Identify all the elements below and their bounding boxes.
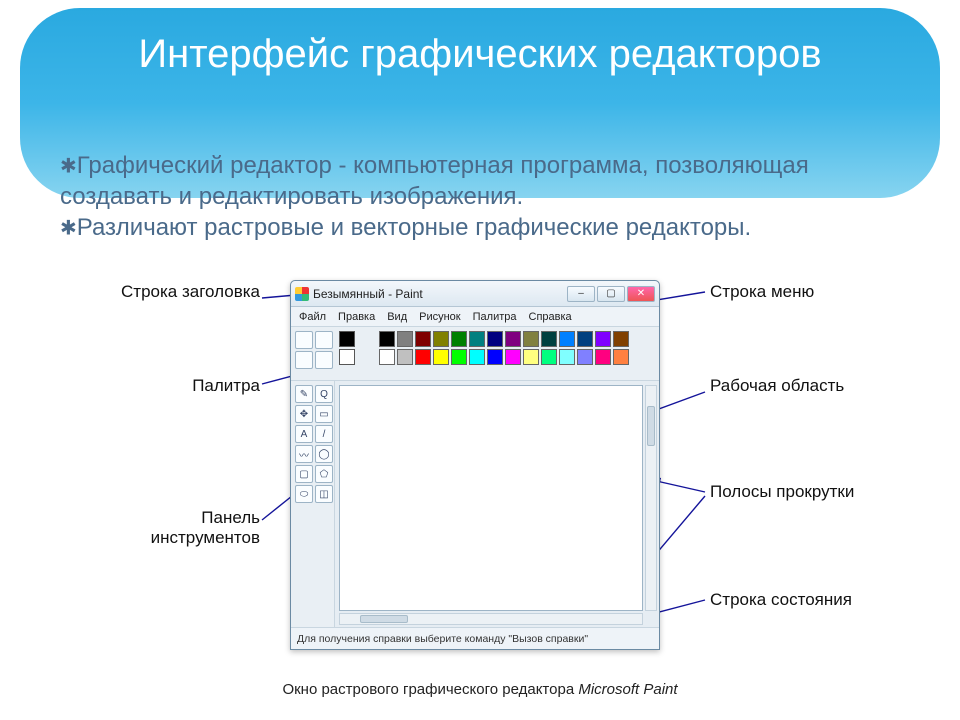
paint-window: Безымянный - Paint – ▢ ✕ Файл Правка Вид…: [290, 280, 660, 650]
palette-swatch[interactable]: [523, 331, 539, 347]
menu-item[interactable]: Палитра: [473, 311, 517, 323]
palette-swatch[interactable]: [577, 331, 593, 347]
app-icon: [295, 287, 309, 301]
menu-bar: Файл Правка Вид Рисунок Палитра Справка: [291, 307, 659, 327]
top-toolbar: [291, 327, 659, 381]
palette-swatch[interactable]: [379, 349, 395, 365]
tool-button[interactable]: ✎: [295, 385, 313, 403]
palette-swatch[interactable]: [469, 331, 485, 347]
caption: Окно растрового графического редактора M…: [0, 681, 960, 698]
menu-item[interactable]: Файл: [299, 311, 326, 323]
desc-line-2: Различают растровые и векторные графичес…: [77, 214, 751, 241]
palette-swatch[interactable]: [559, 349, 575, 365]
horizontal-scrollbar[interactable]: [339, 613, 643, 625]
close-button[interactable]: ✕: [627, 286, 655, 302]
minimize-button[interactable]: –: [567, 286, 595, 302]
palette-swatch[interactable]: [397, 349, 413, 365]
tool-button[interactable]: 〰: [295, 445, 313, 463]
diagram: Строка заголовка Палитра Панель инструме…: [0, 280, 960, 690]
status-bar: Для получения справки выберите команду "…: [291, 627, 659, 649]
palette-swatch[interactable]: [595, 331, 611, 347]
bg-color-swatch[interactable]: [339, 349, 355, 365]
tool-button[interactable]: A: [295, 425, 313, 443]
menu-item[interactable]: Вид: [387, 311, 407, 323]
palette-swatch[interactable]: [523, 349, 539, 365]
color-palette: [375, 327, 659, 380]
palette-swatch[interactable]: [559, 331, 575, 347]
tool-button[interactable]: [295, 351, 313, 369]
label-scrollbars: Полосы прокрутки: [710, 482, 880, 502]
menu-item[interactable]: Правка: [338, 311, 375, 323]
desc-line-1: Графический редактор - компьютерная прог…: [60, 152, 809, 210]
palette-swatch[interactable]: [505, 349, 521, 365]
slide-description: ✱Графический редактор - компьютерная про…: [60, 150, 900, 244]
label-title-bar: Строка заголовка: [90, 282, 260, 302]
fg-color-swatch[interactable]: [339, 331, 355, 347]
palette-swatch[interactable]: [541, 331, 557, 347]
slide-title: Интерфейс графических редакторов: [0, 30, 960, 78]
label-work-area: Рабочая область: [710, 376, 880, 396]
palette-swatch[interactable]: [577, 349, 593, 365]
palette-swatch[interactable]: [541, 349, 557, 365]
palette-swatch[interactable]: [469, 349, 485, 365]
tool-button[interactable]: /: [315, 425, 333, 443]
palette-swatch[interactable]: [397, 331, 413, 347]
foreground-background: [335, 327, 375, 380]
palette-swatch[interactable]: [433, 331, 449, 347]
label-palette: Палитра: [90, 376, 260, 396]
tool-button[interactable]: [315, 351, 333, 369]
scrollbar-thumb[interactable]: [360, 615, 408, 623]
canvas[interactable]: [339, 385, 643, 611]
palette-swatch[interactable]: [505, 331, 521, 347]
status-text: Для получения справки выберите команду "…: [297, 633, 588, 645]
palette-swatch[interactable]: [487, 331, 503, 347]
palette-swatch[interactable]: [415, 331, 431, 347]
palette-swatch[interactable]: [487, 349, 503, 365]
tools-panel: ✎Q✥▭A/〰◯▢⬠⬭◫: [291, 381, 335, 627]
scrollbar-thumb[interactable]: [647, 406, 655, 446]
tool-button[interactable]: [315, 331, 333, 349]
label-status-bar: Строка состояния: [710, 590, 880, 610]
tool-button[interactable]: ✥: [295, 405, 313, 423]
tool-button[interactable]: ◯: [315, 445, 333, 463]
canvas-wrap: [335, 381, 659, 627]
tool-button[interactable]: [295, 331, 313, 349]
menu-item[interactable]: Рисунок: [419, 311, 461, 323]
tool-button[interactable]: ⬠: [315, 465, 333, 483]
title-bar: Безымянный - Paint – ▢ ✕: [291, 281, 659, 307]
window-title: Безымянный - Paint: [313, 287, 423, 301]
menu-item[interactable]: Справка: [529, 311, 572, 323]
tool-button[interactable]: ⬭: [295, 485, 313, 503]
palette-swatch[interactable]: [379, 331, 395, 347]
vertical-scrollbar[interactable]: [645, 385, 657, 611]
tool-button[interactable]: ▢: [295, 465, 313, 483]
palette-swatch[interactable]: [415, 349, 431, 365]
palette-swatch[interactable]: [595, 349, 611, 365]
tool-button[interactable]: Q: [315, 385, 333, 403]
tool-button[interactable]: ◫: [315, 485, 333, 503]
palette-swatch[interactable]: [613, 349, 629, 365]
palette-swatch[interactable]: [451, 331, 467, 347]
tool-button[interactable]: ▭: [315, 405, 333, 423]
palette-swatch[interactable]: [433, 349, 449, 365]
label-menu-bar: Строка меню: [710, 282, 880, 302]
palette-swatch[interactable]: [451, 349, 467, 365]
label-tools-panel: Панель инструментов: [90, 508, 260, 549]
maximize-button[interactable]: ▢: [597, 286, 625, 302]
palette-swatch[interactable]: [613, 331, 629, 347]
